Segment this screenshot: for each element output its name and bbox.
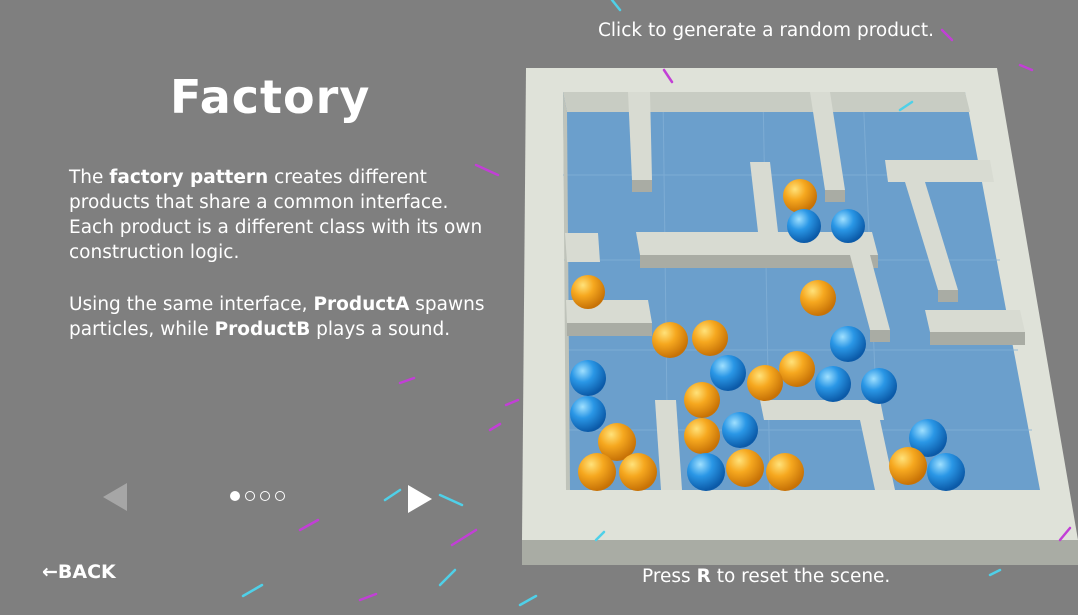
reset-key-label: R xyxy=(696,566,711,587)
product-a-ball xyxy=(571,275,605,309)
pagination-dot-1[interactable] xyxy=(230,491,240,501)
product-a-ball xyxy=(652,322,688,358)
pagination-dot-2[interactable] xyxy=(245,491,255,501)
product-b-ball xyxy=(570,360,606,396)
product-b-ball xyxy=(861,368,897,404)
product-b-ball xyxy=(710,355,746,391)
product-a-ball xyxy=(684,382,720,418)
product-a-ball xyxy=(783,179,817,213)
product-a-ball xyxy=(889,447,927,485)
product-a-ball xyxy=(578,453,616,491)
description-paragraph-1: The factory pattern creates different pr… xyxy=(69,167,483,263)
bottom-hint-text: Press R to reset the scene. xyxy=(642,566,891,587)
product-b-ball xyxy=(570,396,606,432)
product-a-ball xyxy=(779,351,815,387)
pagination-dot-3[interactable] xyxy=(260,491,270,501)
top-hint-text: Click to generate a random product. xyxy=(598,20,934,41)
product-a-ball xyxy=(800,280,836,316)
previous-page-button[interactable] xyxy=(103,483,127,511)
back-button[interactable]: ←BACK xyxy=(42,561,116,583)
description-paragraph-2: Using the same interface, ProductA spawn… xyxy=(69,294,485,340)
product-b-ball xyxy=(927,453,965,491)
product-a-ball xyxy=(747,365,783,401)
maze-outer-wall-front xyxy=(522,540,1078,565)
next-page-button[interactable] xyxy=(408,485,432,513)
product-a-ball xyxy=(619,453,657,491)
pagination-dots xyxy=(230,491,285,501)
page-title: Factory xyxy=(170,70,371,124)
product-b-ball xyxy=(687,453,725,491)
product-b-ball xyxy=(787,209,821,243)
product-a-ball xyxy=(684,418,720,454)
product-a-ball xyxy=(692,320,728,356)
product-a-ball xyxy=(726,449,764,487)
product-b-ball xyxy=(830,326,866,362)
product-b-ball xyxy=(831,209,865,243)
product-b-ball xyxy=(815,366,851,402)
pagination-dot-4[interactable] xyxy=(275,491,285,501)
product-a-ball xyxy=(766,453,804,491)
product-b-ball xyxy=(722,412,758,448)
